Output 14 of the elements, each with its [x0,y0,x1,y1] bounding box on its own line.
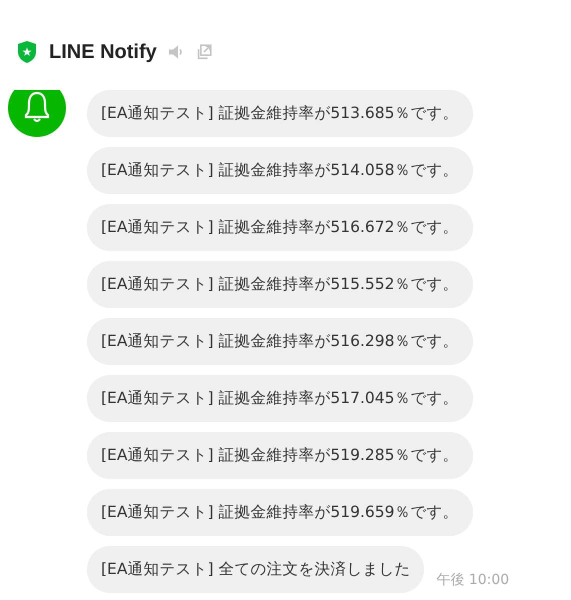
message-bubble: [EA通知テスト] 証拠金維持率が516.672％です。 [87,204,473,251]
message-bubble: [EA通知テスト] 証拠金維持率が519.659％です。 [87,489,473,536]
speaker-icon[interactable] [166,43,185,61]
bell-avatar-icon [8,90,66,137]
message-bubble: [EA通知テスト] 証拠金維持率が516.298％です。 [87,318,473,365]
message-bubble: [EA通知テスト] 証拠金維持率が519.285％です。 [87,432,473,479]
message-time: 午後 10:00 [436,571,510,589]
message-bubble: [EA通知テスト] 証拠金維持率が515.552％です。 [87,261,473,308]
message-bubble: [EA通知テスト] 証拠金維持率が513.685％です。 [87,90,473,137]
chat-title: LINE Notify [49,40,157,64]
message-bubble: [EA通知テスト] 全ての注文を決済しました [87,546,424,593]
shield-icon [17,40,37,64]
message-bubble: [EA通知テスト] 証拠金維持率が514.058％です。 [87,147,473,194]
message-bubble: [EA通知テスト] 証拠金維持率が517.045％です。 [87,375,473,422]
